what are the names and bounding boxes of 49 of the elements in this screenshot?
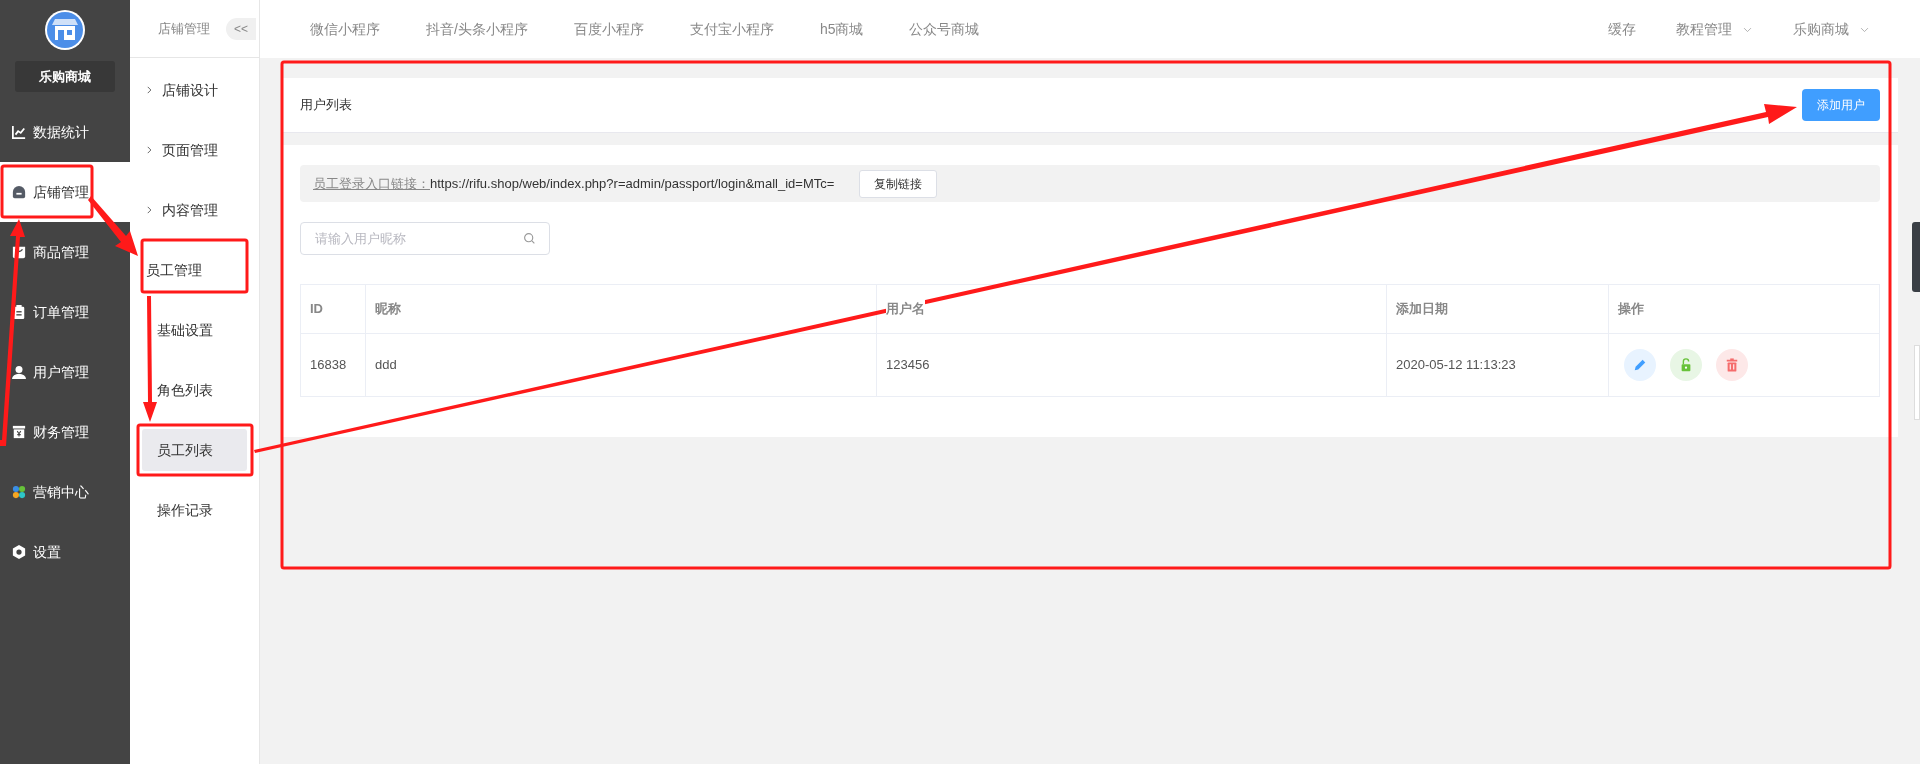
submenu-item[interactable]: 操作记录 (142, 489, 247, 531)
gear-icon (12, 545, 26, 559)
nav-tab[interactable]: 抖音/头条小程序 (426, 18, 528, 40)
search-field[interactable]: 请输入用户昵称 (300, 222, 550, 255)
copy-link-button[interactable]: 复制链接 (859, 169, 938, 198)
user-icon (12, 365, 26, 379)
store-logo (44, 9, 86, 51)
table-cell: 123456 (877, 334, 1387, 397)
login-link-text: 员工登录入口链接：https://rifu.shop/web/index.php?r=admin/passport/login&mall_id=MTc= (313, 174, 835, 193)
flower-icon (12, 485, 26, 499)
edit-button[interactable] (1624, 349, 1656, 381)
annotation-arrow (88, 196, 138, 256)
delete-button[interactable] (1716, 349, 1748, 381)
nav-tab[interactable]: 公众号商城 (909, 18, 980, 40)
nav-link[interactable]: 乐购商城 (1793, 18, 1870, 40)
pencil-icon (1633, 358, 1647, 372)
nav-link[interactable]: 缓存 (1608, 18, 1636, 40)
nav-tab[interactable]: h5商城 (819, 18, 864, 40)
submenu-group[interactable]: 员工管理 (130, 240, 259, 300)
chevron-right-icon (144, 145, 154, 155)
submenu-group[interactable]: 页面管理 (130, 120, 259, 180)
unlocked-padlock-icon (1679, 358, 1693, 372)
nav-tab[interactable]: 百度小程序 (573, 18, 644, 40)
chart-icon (12, 125, 26, 139)
side-widget (1912, 222, 1920, 292)
nav-link[interactable]: 教程管理 (1676, 18, 1753, 40)
sidebar-item[interactable]: 财务管理 (0, 402, 130, 462)
sidebar-item[interactable]: 数据统计 (0, 102, 130, 162)
nav-tab[interactable]: 支付宝小程序 (689, 18, 774, 40)
submenu-item[interactable]: 员工列表 (142, 429, 247, 471)
submenu-item[interactable]: 基础设置 (142, 309, 247, 351)
table-cell: 2020-05-12 11:13:23 (1387, 334, 1609, 397)
house-icon (12, 185, 26, 199)
chevron-right-icon (144, 85, 154, 95)
sidebar-item[interactable]: 营销中心 (0, 462, 130, 522)
card-title: 用户列表 (300, 96, 352, 115)
submenu-group[interactable]: 内容管理 (130, 180, 259, 240)
chevron-right-icon (144, 205, 154, 215)
submenu-title: 店铺管理 (158, 19, 210, 38)
trash-icon (1725, 358, 1739, 372)
sidebar-item[interactable]: 设置 (0, 522, 130, 582)
submenu-item[interactable]: 角色列表 (142, 369, 247, 411)
unlock-button[interactable] (1670, 349, 1702, 381)
nav-tab[interactable]: 微信小程序 (310, 18, 380, 40)
table-cell: 16838 (301, 334, 366, 397)
submenu-group[interactable]: 店铺设计 (130, 60, 259, 120)
sidebar-item[interactable]: 用户管理 (0, 342, 130, 402)
store-name: 乐购商城 (15, 61, 115, 92)
search-icon (523, 232, 536, 245)
